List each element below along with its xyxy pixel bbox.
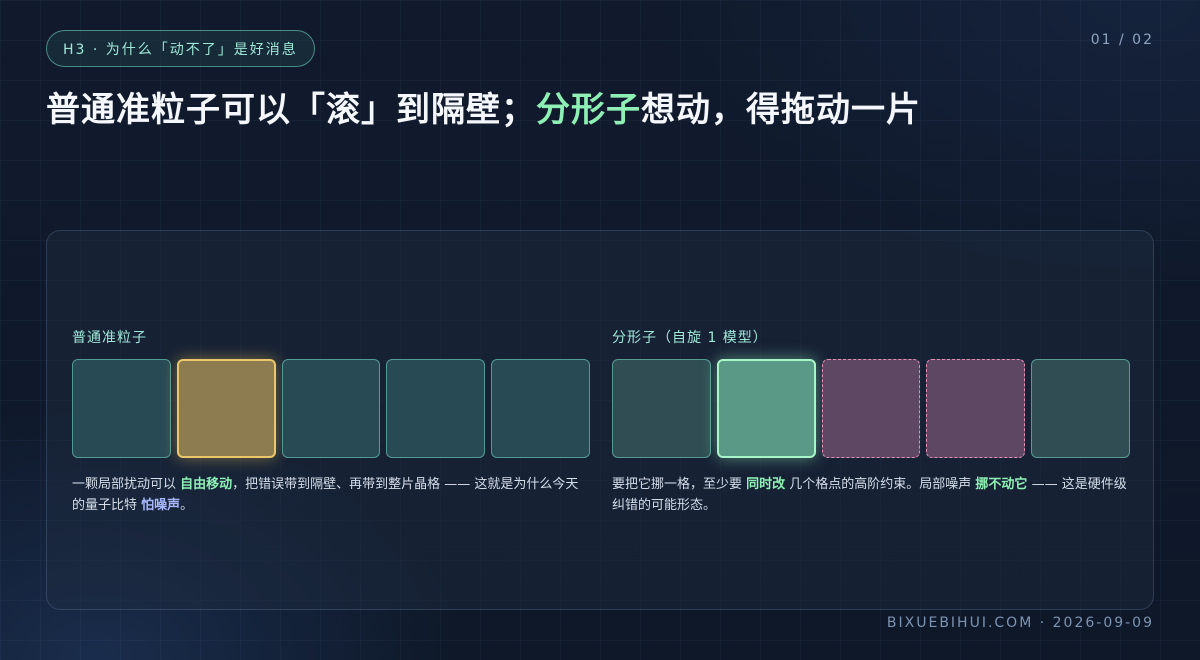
lattice-cell-particle <box>176 359 276 458</box>
desc-text: 几个格点的高阶约束。局部噪声 <box>785 477 976 492</box>
desc-emphasis-simultaneous: 同时改 <box>746 477 786 492</box>
lattice-cell <box>72 359 171 458</box>
comparison-card: 普通准粒子 一颗局部扰动可以 自由移动，把错误带到隔壁、再带到整片晶格 —— 这… <box>46 230 1154 610</box>
desc-emphasis-free-move: 自由移动 <box>180 477 233 492</box>
lattice-row-fracton <box>612 359 1130 458</box>
desc-text: 要把它挪一格，至少要 <box>612 477 747 492</box>
ordinary-quasiparticle-panel: 普通准粒子 一颗局部扰动可以 自由移动，把错误带到隔壁、再带到整片晶格 —— 这… <box>72 327 590 516</box>
panel-title-fracton: 分形子（自旋 1 模型） <box>612 330 768 346</box>
fracton-panel: 分形子（自旋 1 模型） 要把它挪一格，至少要 同时改 几个格点的高阶约束。局部… <box>612 327 1130 516</box>
panel-description-fracton: 要把它挪一格，至少要 同时改 几个格点的高阶约束。局部噪声 挪不动它 —— 这是… <box>612 474 1130 516</box>
section-tag: H3 · 为什么「动不了」是好消息 <box>46 30 315 67</box>
lattice-cell <box>281 359 381 458</box>
desc-text: 一颗局部扰动可以 <box>72 477 181 492</box>
title-part-1: 普通准粒子可以「滚」到隔壁； <box>46 90 536 130</box>
lattice-cell-constraint <box>926 359 1026 458</box>
footer-credit: BIXUEBIHUI.COM · 2026-09-09 <box>886 615 1154 631</box>
lattice-cell <box>386 359 486 458</box>
desc-text: 。 <box>180 498 194 513</box>
page-title: 普通准粒子可以「滚」到隔壁；分形子想动，得拖动一片 <box>46 82 921 131</box>
lattice-row-ordinary <box>72 359 590 458</box>
title-highlight: 分形子 <box>536 90 641 130</box>
lattice-cell-constraint <box>821 359 921 458</box>
panel-title-ordinary: 普通准粒子 <box>72 330 147 346</box>
desc-emphasis-noise: 怕噪声 <box>141 498 181 513</box>
page-number: 01 / 02 <box>1090 32 1154 48</box>
lattice-cell <box>1031 359 1130 458</box>
lattice-cell <box>491 359 590 458</box>
title-part-2: 想动，得拖动一片 <box>641 90 921 130</box>
desc-emphasis-immovable: 挪不动它 <box>975 477 1028 492</box>
lattice-cell <box>612 359 711 458</box>
lattice-cell-fracton <box>716 359 816 458</box>
panel-description-ordinary: 一颗局部扰动可以 自由移动，把错误带到隔壁、再带到整片晶格 —— 这就是为什么今… <box>72 474 590 516</box>
